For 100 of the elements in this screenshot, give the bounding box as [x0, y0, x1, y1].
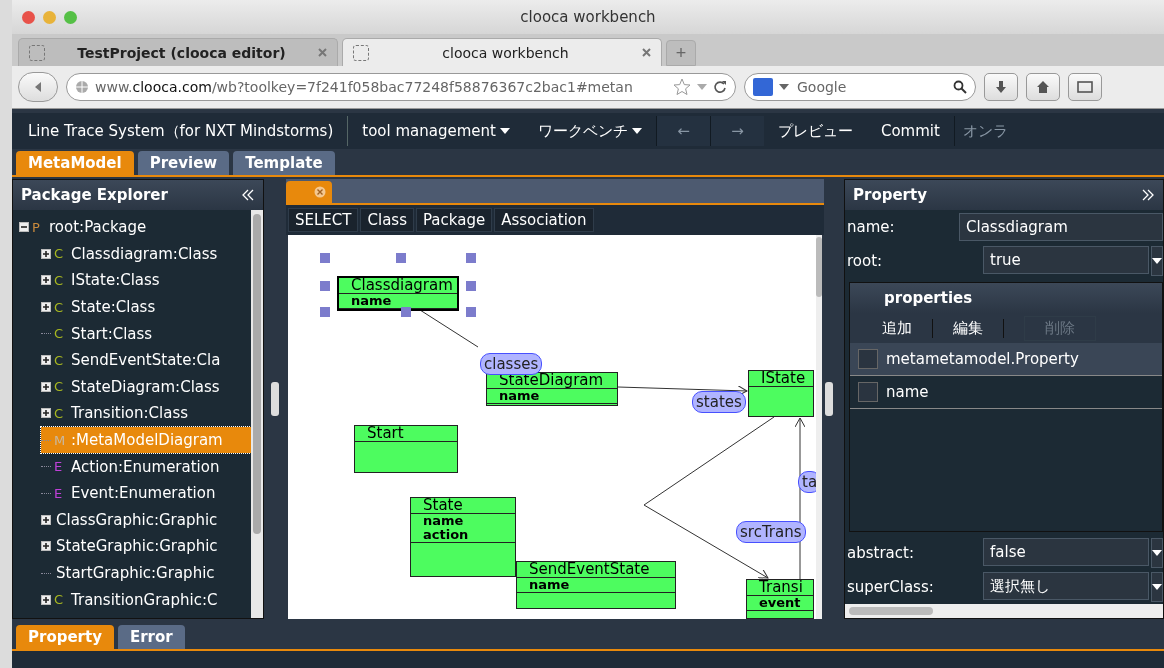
expand-icon[interactable] [41, 302, 51, 313]
splitter-handle[interactable] [271, 382, 279, 416]
search-bar[interactable]: Google [744, 73, 976, 101]
tree-item[interactable]: C State:Class [41, 293, 251, 321]
attribute-name: name [351, 294, 393, 308]
globe-icon [75, 80, 89, 94]
window-icon [1077, 81, 1093, 93]
scrollbar-thumb[interactable] [816, 237, 822, 297]
view-tab[interactable]: Preview [137, 151, 230, 175]
text-field[interactable]: Classdiagram [959, 213, 1163, 241]
tree-item[interactable]: ClassGraphic:Graphic [41, 506, 251, 534]
browser-tab[interactable]: TestProject (clooca editor) [18, 38, 338, 66]
toolbar-button[interactable]: 追加 [882, 318, 933, 338]
editor-tab[interactable] [286, 181, 332, 203]
menu-item[interactable]: Commit [866, 116, 954, 146]
reload-icon[interactable] [713, 80, 727, 94]
home-button[interactable] [1026, 73, 1060, 101]
role-label[interactable]: ta [798, 471, 816, 493]
window-control-icon[interactable] [64, 10, 77, 24]
menu-item[interactable]: プレビュー [763, 116, 867, 146]
menu-dropdown[interactable]: tool management [348, 116, 524, 146]
diagram-canvas[interactable]: Classdiagram name StateDiagram name IState Start State name action SendEventState name Transi event classes states ta srcTrans [288, 235, 822, 619]
resize-handle[interactable] [396, 253, 406, 263]
splitter-handle[interactable] [825, 382, 833, 416]
tree-item[interactable]: C Start:Class [41, 320, 251, 347]
tree-item[interactable]: C Classdiagram:Class [41, 240, 251, 268]
scrollbar-thumb[interactable] [849, 607, 933, 615]
resize-handle[interactable] [401, 307, 411, 317]
caret-icon [1152, 584, 1162, 590]
close-icon[interactable] [318, 48, 327, 57]
toolbar-button[interactable]: 編集 [953, 318, 1004, 338]
resize-handle[interactable] [466, 281, 476, 291]
search-icon[interactable] [953, 80, 967, 94]
resize-handle[interactable] [320, 281, 330, 291]
expand-icon[interactable] [41, 408, 51, 419]
expand-icon[interactable] [41, 541, 51, 552]
checkbox[interactable] [858, 349, 878, 369]
scrollbar-thumb[interactable] [253, 214, 261, 534]
expand-icon[interactable] [41, 275, 51, 286]
association-line[interactable] [419, 309, 479, 348]
download-button[interactable] [984, 73, 1018, 101]
type-letter-icon: P [32, 219, 44, 235]
browser-tab[interactable]: clooca workbench [342, 38, 662, 66]
class-name: Transi [747, 580, 813, 596]
attribute-name: name [423, 514, 465, 528]
tree-item[interactable]: StartGraphic:Graphic [41, 559, 251, 587]
expand-icon[interactable] [41, 381, 51, 392]
bookmarks-button[interactable] [1068, 73, 1102, 101]
caret-icon [631, 128, 642, 134]
expand-icon[interactable] [41, 594, 51, 605]
role-label[interactable]: srcTrans [736, 521, 806, 543]
nav-button[interactable]: → [709, 116, 764, 146]
menu-dropdown[interactable]: ワークベンチ [523, 116, 656, 146]
expand-icon[interactable] [41, 248, 51, 259]
star-icon[interactable] [673, 78, 691, 96]
search-input[interactable]: Google [795, 78, 947, 96]
field-label: root: [847, 252, 884, 270]
bottom-tab[interactable]: Error [117, 625, 185, 649]
close-icon[interactable] [314, 186, 326, 198]
view-tab[interactable]: Template [233, 151, 335, 175]
tree-item[interactable]: StateGraphic:Graphic [41, 533, 251, 560]
collapse-icon[interactable] [19, 222, 29, 233]
tree-item[interactable]: E Event:Enumeration [41, 479, 251, 507]
tree-item[interactable]: C IState:Class [41, 267, 251, 294]
expand-icon[interactable] [41, 514, 51, 525]
resize-handle[interactable] [320, 253, 330, 263]
expand-icon[interactable] [41, 355, 51, 366]
attribute-name: name [529, 578, 571, 592]
dropdown-field[interactable]: false [983, 538, 1149, 566]
caret-icon [779, 84, 789, 90]
resize-handle[interactable] [466, 253, 476, 263]
tree-item[interactable]: P root:Package [19, 214, 251, 241]
tree-item[interactable]: C Transition:Class [41, 400, 251, 427]
resize-handle[interactable] [320, 307, 330, 317]
attribute-name: name [499, 389, 541, 403]
section-title: properties [884, 289, 973, 307]
palette-tool[interactable]: Class [360, 208, 414, 232]
window-title: clooca workbench [520, 8, 656, 26]
palette-tool[interactable]: Package [415, 208, 493, 232]
caret-icon [499, 128, 510, 134]
tree-item[interactable]: C StateDiagram:Class [41, 373, 251, 401]
role-label[interactable]: states [692, 391, 746, 413]
dropdown-field[interactable]: 選択無し [983, 572, 1149, 600]
tree-item[interactable]: C TransitionGraphic:C [41, 586, 251, 613]
address-bar[interactable]: www.clooca.com/wb?toolkey=7f241f058bac77248f58876367c2bac1#metan [66, 73, 736, 101]
type-letter-icon: C [54, 299, 66, 315]
type-letter-icon: C [54, 352, 66, 368]
nav-button[interactable]: ← [655, 116, 710, 146]
back-button[interactable] [18, 72, 58, 102]
tree-item[interactable]: E Action:Enumeration [41, 453, 251, 480]
checkbox[interactable] [858, 382, 878, 402]
tree-item[interactable]: C SendEventState:Cla [41, 346, 251, 374]
palette-tool[interactable]: SELECT [288, 208, 359, 232]
dropdown-field[interactable]: true [983, 246, 1149, 274]
palette-tool[interactable]: Association [494, 208, 594, 232]
type-letter-icon: M [54, 432, 66, 448]
window-control-icon[interactable] [22, 10, 35, 24]
type-letter-icon: C [54, 379, 66, 395]
resize-handle[interactable] [466, 307, 476, 317]
close-icon[interactable] [642, 48, 651, 57]
